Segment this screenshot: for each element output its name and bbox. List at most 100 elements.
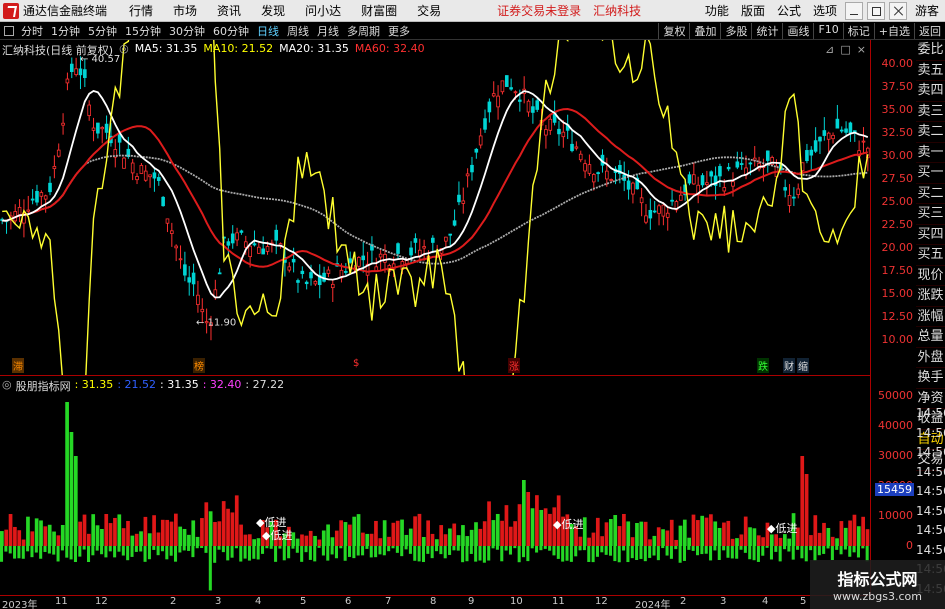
event-marker[interactable]: $	[352, 358, 361, 369]
volume-bar	[73, 456, 78, 546]
quote-field-14[interactable]: 总量	[916, 327, 945, 348]
menu-item-quotes[interactable]: 行情	[119, 2, 163, 19]
menu-item-wealth[interactable]: 财富圈	[351, 2, 407, 19]
candle-body	[296, 280, 300, 283]
period-tab-9[interactable]: 多周期	[343, 23, 384, 39]
date-tick: 2	[680, 596, 687, 607]
volume-bar	[435, 539, 439, 546]
quote-field-3[interactable]: 卖三	[916, 102, 945, 122]
menu-item-market[interactable]: 市场	[163, 2, 207, 19]
period-tab-1[interactable]: 1分钟	[47, 23, 84, 39]
quote-field-4[interactable]: 卖二	[916, 122, 945, 143]
period-tab-8[interactable]: 月线	[313, 23, 343, 39]
negative-bar	[108, 546, 112, 552]
chart-button-2[interactable]: 多股	[720, 22, 751, 39]
negative-bar	[461, 546, 465, 563]
event-marker[interactable]: 滞	[12, 358, 24, 373]
candle-body	[413, 238, 418, 243]
period-tab-3[interactable]: 15分钟	[121, 23, 165, 39]
period-tab-4[interactable]: 30分钟	[165, 23, 209, 39]
tool-layout[interactable]: 版面	[735, 2, 771, 19]
quote-field-11[interactable]: 现价	[916, 266, 945, 286]
chart-button-6[interactable]: 标记	[842, 22, 874, 39]
volume-bar	[713, 521, 718, 546]
indicator-panel[interactable]: ◆低进 ◆低进 ◆低进 ◆低进 ◎ 股朋指标网 : 31.35 : 21.52 : 3…	[0, 375, 870, 595]
period-tab-7[interactable]: 周线	[283, 23, 313, 39]
period-tab-2[interactable]: 5分钟	[84, 23, 121, 39]
quote-field-2[interactable]: 卖四	[916, 81, 945, 102]
chart-button-1[interactable]: 叠加	[689, 22, 720, 39]
candle-body	[148, 174, 152, 178]
price-tick: 20.00	[881, 241, 914, 254]
candle-body	[826, 132, 831, 140]
quote-field-9[interactable]: 买四	[916, 225, 945, 245]
period-tab-5[interactable]: 60分钟	[209, 23, 253, 39]
quote-field-13[interactable]: 涨幅	[916, 307, 945, 327]
chart-button-8[interactable]: 返回	[914, 22, 945, 39]
menu-item-discover[interactable]: 发现	[251, 2, 295, 19]
volume-chart[interactable]: ◆低进◆低进◆低进 ◆低进	[0, 376, 870, 596]
volume-bar	[661, 529, 665, 546]
period-tab-0[interactable]: 分时	[17, 23, 47, 39]
panel-close-icon[interactable]: ×	[857, 43, 866, 56]
chart-button-0[interactable]: 复权	[658, 22, 689, 39]
negative-bar	[252, 546, 256, 559]
event-marker[interactable]: 榜	[193, 358, 205, 373]
chart-title: 汇纳科技(日线 前复权)	[2, 44, 114, 57]
quote-field-1[interactable]: 卖五	[916, 61, 945, 81]
menu-item-news[interactable]: 资讯	[207, 2, 251, 19]
volume-bar	[804, 474, 809, 546]
volume-bar	[665, 530, 670, 546]
negative-bar	[487, 546, 491, 561]
maximize-icon[interactable]	[866, 1, 885, 20]
quote-field-8[interactable]: 买三	[916, 204, 945, 225]
quote-field-7[interactable]: 买二	[916, 184, 945, 204]
close-icon[interactable]	[888, 1, 907, 20]
negative-bar	[656, 546, 660, 561]
login-warning[interactable]: 证券交易未登录	[491, 2, 587, 19]
quote-field-6[interactable]: 买一	[916, 163, 945, 184]
tool-formula[interactable]: 公式	[771, 2, 807, 19]
expand-icon[interactable]: □	[840, 43, 850, 56]
settings-icon[interactable]: ◎	[2, 378, 12, 394]
quote-field-0[interactable]: 委比	[916, 40, 945, 61]
quote-field-12[interactable]: 涨跌	[916, 286, 945, 307]
candle-body	[526, 100, 531, 113]
settings-icon[interactable]: ◎	[119, 42, 129, 58]
event-marker[interactable]: 缩	[797, 358, 809, 373]
volume-bar	[856, 526, 861, 546]
pin-icon[interactable]: ⊿	[825, 43, 834, 56]
event-marker[interactable]: 财	[783, 358, 795, 373]
candlestick-chart[interactable]: ← 40.57← 11.90	[0, 40, 870, 375]
candle-body	[557, 128, 561, 135]
chart-button-7[interactable]: +自选	[873, 22, 914, 39]
quote-field-5[interactable]: 卖一	[916, 143, 945, 163]
negative-bar	[826, 546, 830, 549]
negative-bar	[491, 546, 495, 549]
chart-button-4[interactable]: 画线	[782, 22, 813, 39]
price-chart[interactable]: ← 40.57 ← 11.90 汇纳科技(日线 前复权) ◎ MA5: 31.35…	[0, 40, 870, 375]
period-tab-10[interactable]: 更多	[384, 23, 414, 39]
quote-field-16[interactable]: 换手	[916, 368, 945, 389]
negative-bar	[234, 546, 238, 549]
tool-options[interactable]: 选项	[807, 2, 843, 19]
volume-bar	[735, 538, 739, 546]
period-tab-6[interactable]: 日线	[253, 23, 283, 39]
tool-function[interactable]: 功能	[699, 2, 735, 19]
chart-button-5[interactable]: F10	[813, 22, 842, 39]
menu-item-trade[interactable]: 交易	[407, 2, 451, 19]
event-marker[interactable]: 涨	[508, 358, 520, 373]
quote-field-10[interactable]: 买五	[916, 245, 945, 266]
guest-label[interactable]: 游客	[909, 2, 945, 19]
quote-field-15[interactable]: 外盘	[916, 348, 945, 368]
event-marker[interactable]: 跌	[757, 358, 769, 373]
volume-bar	[487, 501, 491, 546]
watermark-url: www.zbgs3.com	[833, 590, 922, 603]
volume-bar	[108, 523, 113, 546]
volume-bar	[247, 534, 252, 546]
minimize-icon[interactable]	[844, 1, 863, 20]
menu-item-ask[interactable]: 问小达	[295, 2, 351, 19]
chart-button-3[interactable]: 统计	[751, 22, 782, 39]
candle-body	[226, 241, 231, 246]
panel-toggle-icon[interactable]	[4, 25, 14, 36]
